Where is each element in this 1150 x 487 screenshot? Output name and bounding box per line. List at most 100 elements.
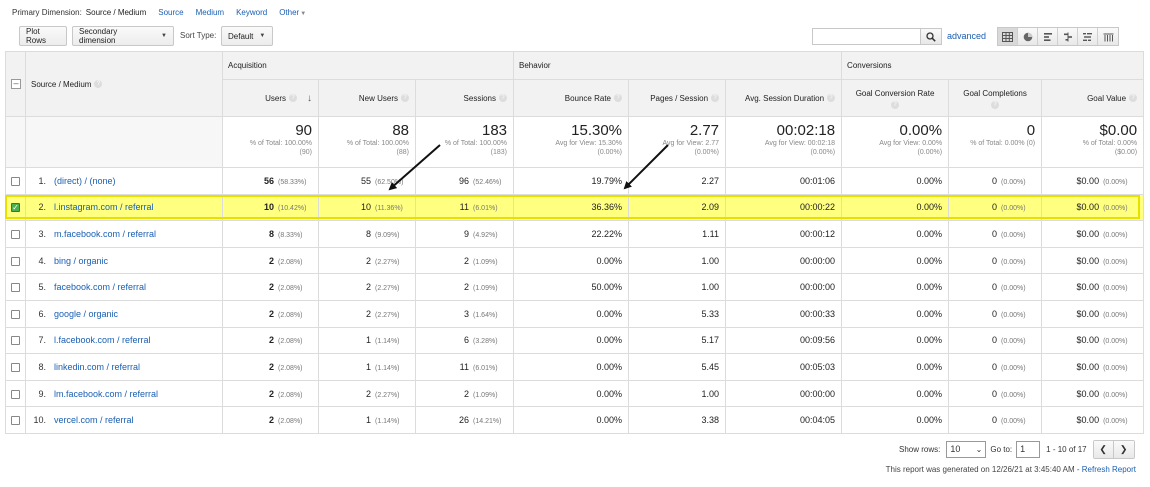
col-goal-completions[interactable]: Goal Completions? (948, 79, 1043, 117)
metric-value: 00:00:00 (800, 388, 836, 399)
metric-cell-sessions: 3 (1.64%) (414, 299, 515, 328)
metric-value: 8 (268, 228, 274, 239)
dimension-link-keyword[interactable]: Keyword (236, 8, 267, 17)
source-medium-link[interactable]: vercel.com / referral (54, 415, 134, 425)
secondary-dimension-dropdown[interactable]: Secondary dimension ▼ (72, 26, 174, 46)
metric-cell-sessions: 11 (6.01%) (414, 353, 515, 381)
metric-cell-value: $0.00 (0.00%) (1041, 246, 1145, 275)
metric-value: 5.33 (701, 308, 720, 319)
metric-value: 1 (365, 361, 371, 372)
row-index: 1. (38, 175, 46, 186)
sort-type-dropdown[interactable]: Default ▼ (221, 26, 273, 46)
row-checkbox-cell[interactable] (5, 220, 26, 248)
metric-value: 2.09 (701, 202, 720, 213)
pie-view-icon[interactable] (1018, 28, 1038, 45)
source-medium-link[interactable]: (direct) / (none) (54, 176, 116, 186)
source-medium-link[interactable]: lm.facebook.com / referral (54, 389, 158, 399)
table-view-icon[interactable] (998, 28, 1018, 45)
metric-value: 0.00% (596, 388, 623, 399)
total-value: 0 (1026, 122, 1036, 139)
metric-value: 26 (459, 415, 470, 426)
metric-cell-new-users: 2 (2.27%) (318, 246, 416, 275)
metric-value: 2 (365, 388, 371, 399)
dimension-link-medium[interactable]: Medium (196, 8, 224, 17)
metric-percent: (6.01%) (473, 364, 498, 372)
col-bounce-rate[interactable]: Bounce Rate? (513, 79, 630, 117)
goto-input[interactable]: 1 (1016, 440, 1041, 458)
metric-cell-new-users: 2 (2.27%) (318, 273, 416, 301)
metric-value: 0.00% (596, 255, 623, 266)
total-value: $0.00 (1099, 122, 1138, 139)
col-goal-value[interactable]: Goal Value? (1041, 79, 1145, 117)
checkbox-icon[interactable] (11, 336, 20, 346)
checkbox-checked-icon[interactable]: ✓ (11, 203, 20, 213)
col-goal-conversion-rate[interactable]: Goal Conversion Rate? (841, 79, 950, 117)
row-checkbox-cell[interactable]: ✓ (5, 193, 26, 222)
pivot-view-icon[interactable] (1098, 28, 1118, 45)
source-medium-link[interactable]: m.facebook.com / referral (54, 229, 156, 239)
metric-cell-users: 2 (2.08%) (222, 353, 319, 381)
row-checkbox-cell[interactable] (5, 406, 26, 434)
term-cloud-view-icon[interactable] (1078, 28, 1098, 45)
col-users[interactable]: Users? ↓ (222, 79, 319, 117)
total-subtext: ($0.00) (1114, 149, 1138, 156)
source-medium-link[interactable]: linkedin.com / referral (54, 362, 140, 372)
plot-rows-button[interactable]: Plot Rows (19, 26, 67, 46)
row-checkbox-cell[interactable] (5, 326, 26, 355)
dimension-link-source[interactable]: Source (158, 8, 183, 17)
source-medium-link[interactable]: l.instagram.com / referral (54, 202, 154, 212)
metric-percent: (0.00%) (1001, 364, 1026, 372)
row-checkbox-cell[interactable] (5, 299, 26, 328)
metric-cell-sessions: 11 (6.01%) (414, 193, 515, 222)
row-checkbox-cell[interactable] (5, 379, 26, 408)
comparison-view-icon[interactable] (1058, 28, 1078, 45)
search-button[interactable] (920, 28, 942, 45)
metric-cell-conv-rate: 0.00% (841, 406, 950, 434)
metric-percent: (58.33%) (278, 178, 307, 186)
source-medium-link[interactable]: google / organic (54, 309, 118, 319)
row-checkbox-cell[interactable] (5, 273, 26, 301)
col-pages-session[interactable]: Pages / Session? (628, 79, 727, 117)
row-checkbox-cell[interactable] (5, 246, 26, 275)
metric-value: 0 (992, 228, 998, 239)
total-subtext: (90) (299, 149, 312, 156)
metric-cell-users: 2 (2.08%) (222, 379, 319, 408)
checkbox-icon[interactable] (11, 176, 20, 186)
col-avg-session-duration[interactable]: Avg. Session Duration? (725, 79, 843, 117)
source-medium-cell: 10. vercel.com / referral (25, 406, 223, 434)
source-medium-link[interactable]: facebook.com / referral (54, 282, 146, 292)
metric-value: 2 (464, 388, 470, 399)
show-rows-select[interactable]: 10 ⌄ (946, 440, 987, 458)
source-medium-link[interactable]: l.facebook.com / referral (54, 335, 151, 345)
source-medium-header[interactable]: Source / Medium? (25, 51, 223, 117)
performance-view-icon[interactable] (1038, 28, 1058, 45)
row-checkbox-cell[interactable] (5, 167, 26, 195)
metric-value: $0.00 (1076, 335, 1100, 346)
advanced-filter-link[interactable]: advanced (947, 31, 986, 41)
col-sessions[interactable]: Sessions? (414, 79, 515, 117)
col-new-users[interactable]: New Users? (318, 79, 416, 117)
checkbox-icon[interactable] (11, 389, 20, 399)
total-subtext: % of Total: 100.00% (346, 140, 409, 147)
checkbox-icon[interactable] (11, 363, 20, 373)
metric-value: 0 (992, 335, 998, 346)
chevron-down-icon: ▼ (161, 33, 167, 39)
prev-page-button[interactable]: ❮ (1093, 440, 1114, 458)
group-conversions: Conversions (841, 51, 1145, 80)
metric-value: 00:00:22 (800, 202, 836, 213)
checkbox-icon[interactable] (11, 230, 20, 240)
next-page-button[interactable]: ❯ (1113, 440, 1134, 458)
metric-percent: (4.92%) (473, 231, 498, 239)
refresh-report-link[interactable]: Refresh Report (1082, 465, 1136, 474)
total-cell: 88% of Total: 100.00% (88) (318, 116, 416, 168)
checkbox-icon[interactable] (11, 256, 20, 266)
metric-percent: (14.21%) (473, 418, 502, 426)
select-all-cell[interactable]: – (5, 51, 26, 117)
dimension-link-other[interactable]: Other▼ (279, 8, 306, 17)
checkbox-icon[interactable] (11, 309, 20, 319)
checkbox-icon[interactable] (11, 416, 20, 426)
row-checkbox-cell[interactable] (5, 353, 26, 381)
checkbox-icon[interactable] (11, 283, 20, 293)
metric-value: 9 (464, 228, 470, 239)
source-medium-link[interactable]: bing / organic (54, 256, 108, 266)
